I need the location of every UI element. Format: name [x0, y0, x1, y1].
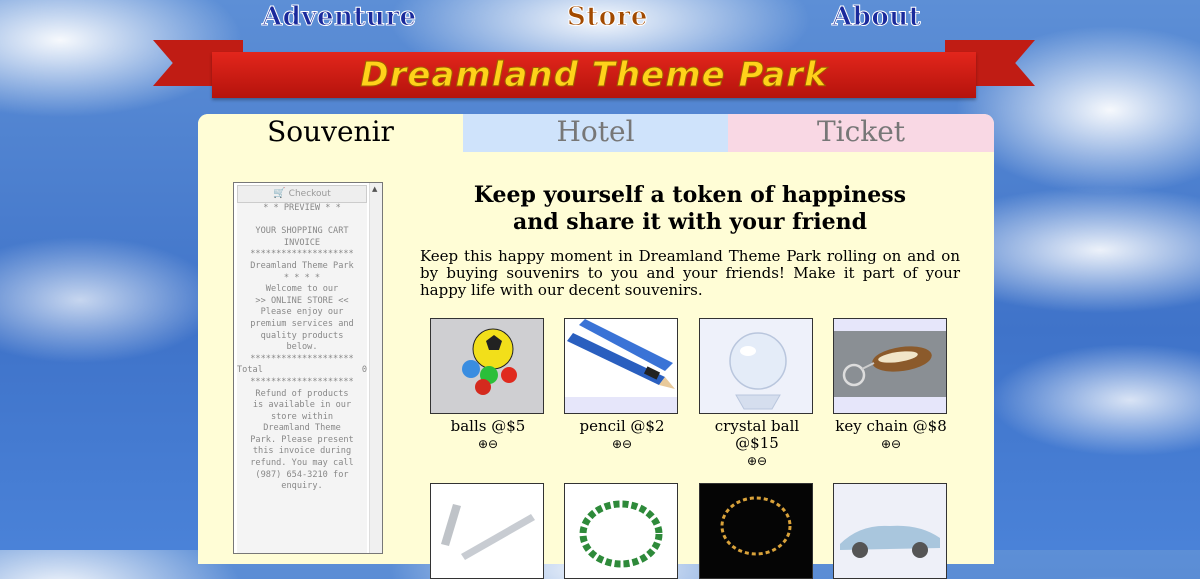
invoice-total-row: Total 0	[237, 365, 367, 377]
product-card	[564, 483, 680, 579]
product-image-model-car[interactable]	[833, 483, 947, 579]
total-value: 0	[361, 365, 367, 376]
product-card	[430, 483, 546, 579]
heading-line-1: Keep yourself a token of happiness	[473, 182, 907, 208]
total-label: Total	[237, 365, 263, 376]
product-card: crystal ball @$15 ⊕⊖	[699, 318, 815, 470]
page-heading: Keep yourself a token of happiness and s…	[420, 182, 960, 236]
cart-icon: 🛒	[273, 188, 286, 199]
product-image-pencil[interactable]	[564, 318, 678, 414]
site-title: Dreamland Theme Park	[360, 55, 828, 96]
add-icon[interactable]: ⊕	[612, 437, 622, 451]
intro-paragraph: Keep this happy moment in Dreamland Them…	[420, 247, 960, 299]
product-image-pen[interactable]	[430, 483, 544, 579]
tab-hotel[interactable]: Hotel	[463, 114, 728, 152]
checkout-button[interactable]: 🛒 Checkout	[237, 185, 367, 203]
quantity-controls: ⊕⊖	[699, 452, 815, 470]
product-name: pencil @$2	[579, 417, 665, 435]
invoice-header: * * PREVIEW * * YOUR SHOPPING CART INVOI…	[250, 203, 354, 364]
remove-icon[interactable]: ⊖	[622, 437, 632, 451]
nav-link-store[interactable]: Store	[567, 2, 648, 33]
heading-line-2: and share it with your friend	[513, 209, 867, 235]
product-image-bracelet[interactable]	[564, 483, 678, 579]
checkout-label: Checkout	[288, 189, 331, 199]
invoice-footer: ******************** Refund of products …	[250, 376, 354, 492]
product-card	[833, 483, 949, 579]
quantity-controls: ⊕⊖	[833, 435, 949, 453]
quantity-controls: ⊕⊖	[430, 435, 546, 453]
add-icon[interactable]: ⊕	[478, 437, 488, 451]
product-name: key chain @$8	[835, 417, 947, 435]
tab-souvenir[interactable]: Souvenir	[198, 114, 463, 152]
add-icon[interactable]: ⊕	[881, 437, 891, 451]
product-card: key chain @$8 ⊕⊖	[833, 318, 949, 453]
tab-bar: Souvenir Hotel Ticket	[198, 114, 994, 152]
product-image-crystal-ball[interactable]	[699, 318, 813, 414]
product-name: crystal ball @$15	[714, 417, 800, 452]
product-card: balls @$5 ⊕⊖	[430, 318, 546, 453]
quantity-controls: ⊕⊖	[564, 435, 680, 453]
add-icon[interactable]: ⊕	[747, 454, 757, 468]
product-name: balls @$5	[450, 417, 526, 435]
nav-link-adventure[interactable]: Adventure	[262, 2, 417, 33]
nav-link-about[interactable]: About	[831, 2, 921, 33]
product-image-key-chain[interactable]	[833, 318, 947, 414]
product-image-balls[interactable]	[430, 318, 544, 414]
scroll-up-arrow-icon[interactable]: ▲	[372, 185, 377, 193]
product-card	[699, 483, 815, 579]
remove-icon[interactable]: ⊖	[757, 454, 767, 468]
tab-ticket[interactable]: Ticket	[728, 114, 994, 152]
product-card: pencil @$2 ⊕⊖	[564, 318, 680, 453]
invoice-text[interactable]: * * PREVIEW * * YOUR SHOPPING CART INVOI…	[237, 203, 367, 553]
store-panel: Souvenir Hotel Ticket 🛒 Checkout * * PREV…	[198, 114, 994, 579]
remove-icon[interactable]: ⊖	[891, 437, 901, 451]
remove-icon[interactable]: ⊖	[488, 437, 498, 451]
invoice-scrollbar[interactable]: ▲	[369, 183, 382, 553]
title-banner: Dreamland Theme Park	[212, 52, 976, 98]
product-image-necklace[interactable]	[699, 483, 813, 579]
shopping-cart: 🛒 Checkout * * PREVIEW * * YOUR SHOPPING …	[233, 182, 383, 554]
